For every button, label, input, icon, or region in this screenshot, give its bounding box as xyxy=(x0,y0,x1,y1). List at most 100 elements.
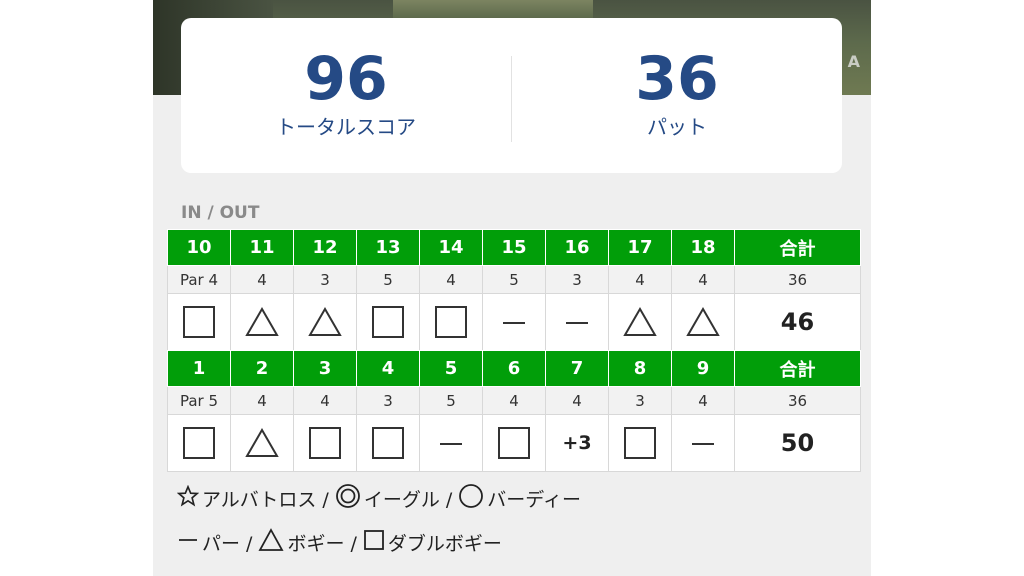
legend-line-2: パー / ボギー / ダブルボギー xyxy=(177,528,508,557)
square-icon xyxy=(624,427,656,459)
score-cell[interactable] xyxy=(671,414,735,472)
square-icon xyxy=(183,306,215,338)
dash-icon xyxy=(565,320,589,326)
square-icon xyxy=(498,427,530,459)
hero-partial-text: A xyxy=(847,52,861,71)
hole-number-cell: 15 xyxy=(482,229,546,266)
summary-card: 96 トータルスコア 36 パット xyxy=(181,18,842,173)
par-row: Par 4 4 3 5 4 5 3 4 4 36 xyxy=(167,265,861,294)
triangle-icon xyxy=(623,307,657,337)
star-icon xyxy=(176,484,200,512)
score-cell[interactable] xyxy=(608,293,672,351)
putts-label: パット xyxy=(647,115,707,139)
total-score-label: トータルスコア xyxy=(276,115,416,139)
scorecard-in: 10 11 12 13 14 15 16 17 18 合計 Par 4 4 3 5 4 5 3 4 4 36 46 xyxy=(167,229,861,351)
par-cell: 4 xyxy=(293,386,357,415)
par-cell: 3 xyxy=(545,265,609,294)
par-cell: 4 xyxy=(671,265,735,294)
legend-par: パー / xyxy=(177,529,252,556)
triangle-icon xyxy=(686,307,720,337)
score-cell[interactable] xyxy=(419,414,483,472)
hole-number-cell: 18 xyxy=(671,229,735,266)
par-cell: 3 xyxy=(608,386,672,415)
square-icon xyxy=(372,427,404,459)
legend-par-label: パー / xyxy=(202,533,253,555)
par-total-cell: 36 xyxy=(734,386,861,415)
par-cell: 4 xyxy=(608,265,672,294)
legend-birdie-label: バーディー xyxy=(487,489,581,511)
par-cell: 3 xyxy=(356,386,420,415)
score-total-cell: 50 xyxy=(734,414,861,472)
score-cell[interactable] xyxy=(230,293,294,351)
dash-icon xyxy=(691,441,715,447)
par-cell: 5 xyxy=(482,265,546,294)
score-cell[interactable] xyxy=(167,414,231,472)
hole-number-row: 1 2 3 4 5 6 7 8 9 合計 xyxy=(167,350,861,387)
putts-value: 36 xyxy=(635,44,719,114)
legend-double-bogey-label: ダブルボギー xyxy=(387,533,502,555)
score-cell[interactable] xyxy=(419,293,483,351)
par-cell: 3 xyxy=(293,265,357,294)
hole-number-cell: 11 xyxy=(230,229,294,266)
score-cell[interactable] xyxy=(230,414,294,472)
hole-number-cell: 7 xyxy=(545,350,609,387)
hole-number-cell: 6 xyxy=(482,350,546,387)
score-cell[interactable] xyxy=(482,414,546,472)
score-cell[interactable] xyxy=(545,293,609,351)
legend-albatross: アルバトロス / xyxy=(176,484,329,512)
hole-number-cell: 5 xyxy=(419,350,483,387)
scorecard-screen: A 96 トータルスコア 36 パット IN / OUT 10 11 12 13 14 1… xyxy=(153,0,871,576)
square-icon xyxy=(183,427,215,459)
triangle-icon xyxy=(258,528,284,557)
score-cell[interactable] xyxy=(482,293,546,351)
hole-number-cell: 8 xyxy=(608,350,672,387)
hole-number-cell: 4 xyxy=(356,350,420,387)
hole-number-cell: 9 xyxy=(671,350,735,387)
hole-number-cell: 16 xyxy=(545,229,609,266)
hole-number-cell: 3 xyxy=(293,350,357,387)
score-cell[interactable] xyxy=(608,414,672,472)
total-score-value: 96 xyxy=(304,44,388,114)
square-icon xyxy=(363,529,385,556)
dash-icon xyxy=(439,441,463,447)
score-cell[interactable] xyxy=(167,293,231,351)
score-cell[interactable] xyxy=(671,293,735,351)
par-cell: 4 xyxy=(419,265,483,294)
par-cell: 4 xyxy=(545,386,609,415)
score-row: +3 50 xyxy=(167,414,861,472)
legend-albatross-label: アルバトロス / xyxy=(202,489,329,511)
score-cell[interactable] xyxy=(356,293,420,351)
total-header-cell: 合計 xyxy=(734,350,861,387)
hole-number-cell: 1 xyxy=(167,350,231,387)
score-cell[interactable] xyxy=(293,414,357,472)
square-icon xyxy=(435,306,467,338)
legend-birdie: バーディー xyxy=(458,483,581,514)
section-title: IN / OUT xyxy=(181,203,260,223)
legend-line-1: アルバトロス / イーグル / バーディー xyxy=(176,483,587,514)
score-cell[interactable] xyxy=(293,293,357,351)
par-cell: Par 5 xyxy=(167,386,231,415)
hole-number-cell: 13 xyxy=(356,229,420,266)
triangle-icon xyxy=(308,307,342,337)
par-cell: Par 4 xyxy=(167,265,231,294)
par-cell: 4 xyxy=(482,386,546,415)
score-cell[interactable]: +3 xyxy=(545,414,609,472)
hole-number-cell: 2 xyxy=(230,350,294,387)
double-circle-icon xyxy=(335,483,361,514)
hole-number-cell: 17 xyxy=(608,229,672,266)
putts-panel: 36 パット xyxy=(512,18,842,173)
par-total-cell: 36 xyxy=(734,265,861,294)
hole-number-cell: 14 xyxy=(419,229,483,266)
triangle-icon xyxy=(245,428,279,458)
hole-number-cell: 12 xyxy=(293,229,357,266)
hole-number-row: 10 11 12 13 14 15 16 17 18 合計 xyxy=(167,229,861,266)
par-cell: 4 xyxy=(671,386,735,415)
hole-number-cell: 10 xyxy=(167,229,231,266)
par-cell: 4 xyxy=(230,386,294,415)
legend-eagle: イーグル / xyxy=(335,483,452,514)
dash-icon xyxy=(502,320,526,326)
legend-bogey: ボギー / xyxy=(258,528,357,557)
total-header-cell: 合計 xyxy=(734,229,861,266)
legend-eagle-label: イーグル / xyxy=(363,489,453,511)
score-cell[interactable] xyxy=(356,414,420,472)
